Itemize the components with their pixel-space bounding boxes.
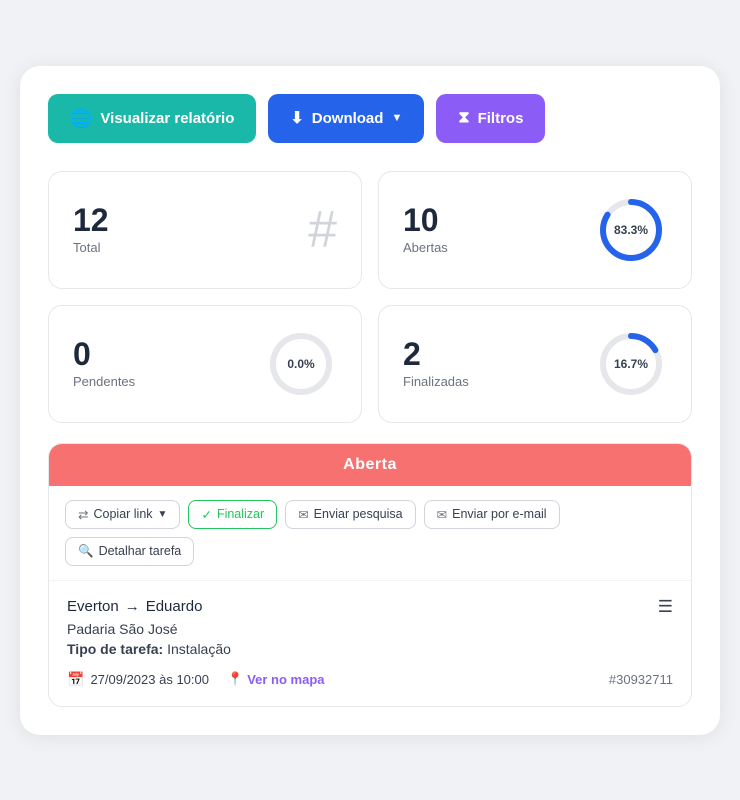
- arrow-icon: →: [125, 598, 140, 615]
- download-label: Download: [312, 110, 384, 127]
- mail2-icon: ✉: [437, 507, 447, 522]
- finalizadas-percent: 16.7%: [614, 357, 648, 371]
- toolbar: 🌐 Visualizar relatório ⬇ Download ▼ ⧗ Fi…: [48, 94, 692, 143]
- task-date-text: 27/09/2023 às 10:00: [90, 672, 209, 687]
- chevron-down-icon: ▼: [391, 112, 402, 124]
- task-id: #30932711: [609, 672, 673, 687]
- pendentes-donut: 0.0%: [265, 328, 337, 400]
- copy-link-button[interactable]: ⇄ Copiar link ▼: [65, 500, 180, 529]
- stat-card-total: 12 Total #: [48, 171, 362, 289]
- abertas-number: 10: [403, 204, 448, 236]
- search-icon: 🔍: [78, 544, 94, 559]
- hamburger-icon[interactable]: ☰: [658, 597, 673, 617]
- stat-info-abertas: 10 Abertas: [403, 204, 448, 255]
- abertas-percent: 83.3%: [614, 223, 648, 237]
- tipo-value: Instalação: [167, 641, 231, 657]
- hash-icon: #: [308, 204, 337, 256]
- detalhar-tarefa-label: Detalhar tarefa: [99, 544, 182, 558]
- task-to: Eduardo: [146, 598, 203, 615]
- share-icon: ⇄: [78, 507, 88, 522]
- task-status-bar: Aberta: [49, 444, 691, 486]
- finalizadas-donut: 16.7%: [595, 328, 667, 400]
- stat-card-abertas: 10 Abertas 83.3%: [378, 171, 692, 289]
- task-date: 📅 27/09/2023 às 10:00: [67, 671, 209, 688]
- abertas-donut: 83.3%: [595, 194, 667, 266]
- filtros-button[interactable]: ⧗ Filtros: [436, 94, 545, 143]
- finalizar-button[interactable]: ✓ Finalizar: [188, 500, 277, 529]
- task-footer: 📅 27/09/2023 às 10:00 📍 Ver no mapa #309…: [67, 671, 673, 688]
- pendentes-label: Pendentes: [73, 374, 135, 389]
- mail-icon: ✉: [298, 507, 308, 522]
- tipo-label: Tipo de tarefa:: [67, 641, 163, 657]
- visualizar-relatorio-button[interactable]: 🌐 Visualizar relatório: [48, 94, 256, 143]
- filter-icon: ⧗: [458, 109, 469, 127]
- task-route: Everton → Eduardo ☰: [67, 597, 673, 617]
- enviar-email-button[interactable]: ✉ Enviar por e-mail: [424, 500, 560, 529]
- finalizar-label: Finalizar: [217, 507, 264, 521]
- download-icon: ⬇: [290, 108, 303, 128]
- task-actions: ⇄ Copiar link ▼ ✓ Finalizar ✉ Enviar pes…: [49, 486, 691, 581]
- enviar-email-label: Enviar por e-mail: [452, 507, 546, 521]
- task-route-text: Everton → Eduardo: [67, 598, 202, 615]
- abertas-label: Abertas: [403, 240, 448, 255]
- map-link-label: Ver no mapa: [247, 672, 324, 687]
- filtros-label: Filtros: [478, 110, 524, 127]
- visualizar-label: Visualizar relatório: [100, 110, 234, 127]
- total-label: Total: [73, 240, 109, 255]
- stat-info-pendentes: 0 Pendentes: [73, 338, 135, 389]
- finalizadas-number: 2: [403, 338, 469, 370]
- stat-info-finalizadas: 2 Finalizadas: [403, 338, 469, 389]
- copy-link-label: Copiar link: [93, 507, 152, 521]
- stats-grid: 12 Total # 10 Abertas 83.3% 0 Pe: [48, 171, 692, 423]
- pendentes-number: 0: [73, 338, 135, 370]
- enviar-pesquisa-button[interactable]: ✉ Enviar pesquisa: [285, 500, 415, 529]
- task-status-label: Aberta: [343, 456, 397, 473]
- task-type: Tipo de tarefa: Instalação: [67, 641, 673, 657]
- pendentes-percent: 0.0%: [287, 357, 314, 371]
- task-company: Padaria São José: [67, 621, 673, 637]
- task-from: Everton: [67, 598, 119, 615]
- task-body: Everton → Eduardo ☰ Padaria São José Tip…: [49, 581, 691, 706]
- enviar-pesquisa-label: Enviar pesquisa: [314, 507, 403, 521]
- globe-icon: 🌐: [70, 108, 92, 129]
- main-container: 🌐 Visualizar relatório ⬇ Download ▼ ⧗ Fi…: [20, 66, 720, 735]
- detalhar-tarefa-button[interactable]: 🔍 Detalhar tarefa: [65, 537, 194, 566]
- stat-card-pendentes: 0 Pendentes 0.0%: [48, 305, 362, 423]
- copy-link-chevron: ▼: [158, 509, 168, 520]
- stat-card-finalizadas: 2 Finalizadas 16.7%: [378, 305, 692, 423]
- ver-no-mapa-link[interactable]: 📍 Ver no mapa: [227, 671, 325, 687]
- stat-info-total: 12 Total: [73, 204, 109, 255]
- calendar-icon: 📅: [67, 671, 84, 688]
- task-card: Aberta ⇄ Copiar link ▼ ✓ Finalizar ✉ Env…: [48, 443, 692, 707]
- total-number: 12: [73, 204, 109, 236]
- check-icon: ✓: [201, 507, 211, 522]
- pin-icon: 📍: [227, 671, 243, 687]
- download-button[interactable]: ⬇ Download ▼: [268, 94, 424, 143]
- finalizadas-label: Finalizadas: [403, 374, 469, 389]
